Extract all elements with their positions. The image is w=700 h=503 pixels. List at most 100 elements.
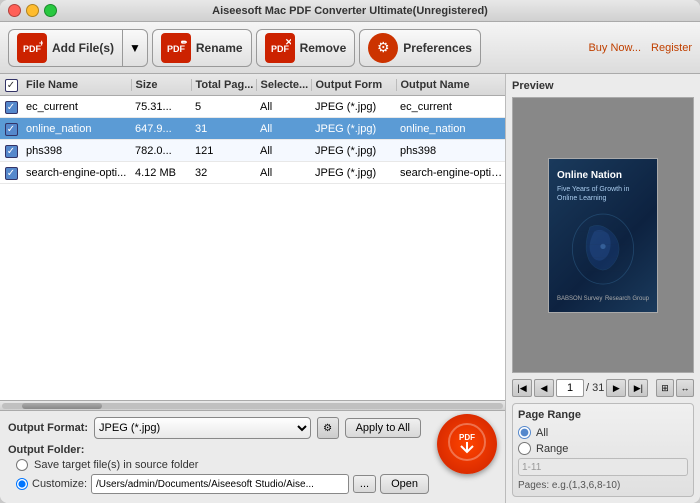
scroll-thumb[interactable]: [22, 403, 102, 409]
page-range-section: Page Range All Range Pages: e.g.(1,3,6,8…: [512, 403, 694, 497]
output-folder-section: Output Folder: Save target file(s) in so…: [8, 444, 429, 497]
header-pages: Total Pag...: [192, 79, 257, 91]
convert-icon: PDF: [447, 422, 487, 466]
row-checkbox[interactable]: ✓: [5, 145, 18, 158]
add-files-label: Add File(s): [52, 41, 114, 55]
buy-now-link[interactable]: Buy Now...: [588, 42, 641, 54]
row-output: phs398: [396, 145, 505, 157]
row-size: 4.12 MB: [131, 167, 191, 179]
file-table: ✓ File Name Size Total Pag... Selecte...…: [0, 74, 505, 410]
output-folder-label: Output Folder:: [8, 444, 84, 456]
preview-footer: BABSON Survey Research Group: [557, 296, 649, 302]
horizontal-scrollbar[interactable]: [0, 400, 505, 410]
table-row[interactable]: ✓ search-engine-opti... 4.12 MB 32 All J…: [0, 162, 505, 184]
row-filename: search-engine-opti...: [22, 167, 131, 179]
preview-book-subtitle: Five Years of Growth in Online Learning: [557, 185, 649, 203]
minimize-button[interactable]: [26, 4, 39, 17]
register-link[interactable]: Register: [651, 42, 692, 54]
map-svg: [568, 209, 638, 289]
all-radio-row: All: [518, 426, 688, 439]
header-output: Output Name: [397, 79, 506, 91]
preview-book: Online Nation Five Years of Growth in On…: [548, 158, 658, 313]
row-checkbox[interactable]: ✓: [5, 101, 18, 114]
format-label: Output Format:: [8, 422, 88, 434]
main-window: Aiseesoft Mac PDF Converter Ultimate(Unr…: [0, 0, 700, 503]
convert-button[interactable]: PDF: [437, 414, 497, 474]
row-pages: 32: [191, 167, 256, 179]
right-panel: Preview Online Nation Five Years of Grow…: [505, 74, 700, 503]
add-files-pdf-icon: PDF +: [17, 33, 47, 63]
page-navigation: |◀ ◀ / 31 ▶ ▶| ⊞ ↔: [512, 379, 694, 397]
format-settings-button[interactable]: ⚙: [317, 417, 339, 439]
fit-page-button[interactable]: ⊞: [656, 379, 674, 397]
main-area: ✓ File Name Size Total Pag... Selecte...…: [0, 74, 700, 503]
remove-button[interactable]: PDF ✕ Remove: [256, 29, 356, 67]
left-panel: ✓ File Name Size Total Pag... Selecte...…: [0, 74, 505, 503]
first-page-button[interactable]: |◀: [512, 379, 532, 397]
table-row[interactable]: ✓ ec_current 75.31... 5 All JPEG (*.jpg)…: [0, 96, 505, 118]
header-selected: Selecte...: [257, 79, 312, 91]
row-format: JPEG (*.jpg): [311, 167, 396, 179]
maximize-button[interactable]: [44, 4, 57, 17]
next-page-button[interactable]: ▶: [606, 379, 626, 397]
row-size: 782.0...: [131, 145, 191, 157]
all-pages-radio[interactable]: [518, 426, 531, 439]
row-selected: All: [256, 145, 311, 157]
row-format: JPEG (*.jpg): [311, 145, 396, 157]
save-source-label: Save target file(s) in source folder: [34, 459, 198, 471]
preview-area: Online Nation Five Years of Growth in On…: [512, 97, 694, 373]
add-files-dropdown[interactable]: ▼: [122, 29, 148, 67]
remove-pdf-icon: PDF ✕: [265, 33, 295, 63]
table-body: ✓ ec_current 75.31... 5 All JPEG (*.jpg)…: [0, 96, 505, 400]
customize-radio[interactable]: [16, 478, 28, 490]
row-checkbox[interactable]: ✓: [5, 167, 18, 180]
row-checkbox[interactable]: ✓: [5, 123, 18, 136]
row-filename: online_nation: [22, 123, 131, 135]
svg-text:✏: ✏: [181, 38, 187, 47]
save-source-radio[interactable]: [16, 459, 28, 471]
rename-button[interactable]: PDF ✏ Rename: [152, 29, 252, 67]
rename-label: Rename: [196, 41, 243, 55]
browse-button[interactable]: ...: [353, 475, 376, 493]
row-check[interactable]: ✓: [0, 121, 22, 136]
pages-note: Pages: e.g.(1,3,6,8-10): [518, 480, 688, 491]
customize-row: Customize: ... Open: [16, 474, 429, 494]
svg-text:✕: ✕: [285, 37, 291, 47]
preferences-button[interactable]: ⚙ Preferences: [359, 29, 481, 67]
row-check[interactable]: ✓: [0, 99, 22, 114]
range-input[interactable]: [518, 458, 688, 476]
open-button[interactable]: Open: [380, 474, 429, 494]
table-row[interactable]: ✓ online_nation 647.9... 31 All JPEG (*.…: [0, 118, 505, 140]
row-check[interactable]: ✓: [0, 165, 22, 180]
header-format: Output Form: [312, 79, 397, 91]
output-folder-label-row: Output Folder:: [8, 444, 429, 456]
format-select[interactable]: JPEG (*.jpg): [94, 417, 311, 439]
row-pages: 31: [191, 123, 256, 135]
range-radio-row: Range: [518, 442, 688, 455]
format-row: Output Format: JPEG (*.jpg) ⚙ Apply to A…: [8, 417, 497, 439]
row-pages: 5: [191, 101, 256, 113]
add-files-main[interactable]: PDF + Add File(s): [8, 29, 122, 67]
apply-to-all-button[interactable]: Apply to All: [345, 418, 421, 438]
close-button[interactable]: [8, 4, 21, 17]
fit-width-button[interactable]: ↔: [676, 379, 694, 397]
dropdown-arrow-icon: ▼: [129, 41, 141, 55]
header-filename: File Name: [22, 79, 132, 91]
range-radio[interactable]: [518, 442, 531, 455]
prev-page-button[interactable]: ◀: [534, 379, 554, 397]
row-selected: All: [256, 101, 311, 113]
add-files-button[interactable]: PDF + Add File(s) ▼: [8, 29, 148, 67]
customize-path-input[interactable]: [91, 474, 349, 494]
row-check[interactable]: ✓: [0, 143, 22, 158]
last-page-button[interactable]: ▶|: [628, 379, 648, 397]
row-format: JPEG (*.jpg): [311, 123, 396, 135]
row-size: 75.31...: [131, 101, 191, 113]
select-all-checkbox[interactable]: ✓: [5, 79, 18, 92]
window-title: Aiseesoft Mac PDF Converter Ultimate(Unr…: [212, 5, 488, 17]
table-row[interactable]: ✓ phs398 782.0... 121 All JPEG (*.jpg) p…: [0, 140, 505, 162]
page-number-input[interactable]: [556, 379, 584, 397]
header-check: ✓: [0, 77, 22, 92]
row-size: 647.9...: [131, 123, 191, 135]
preview-book-title: Online Nation: [557, 169, 649, 182]
preferences-icon: ⚙: [368, 33, 398, 63]
